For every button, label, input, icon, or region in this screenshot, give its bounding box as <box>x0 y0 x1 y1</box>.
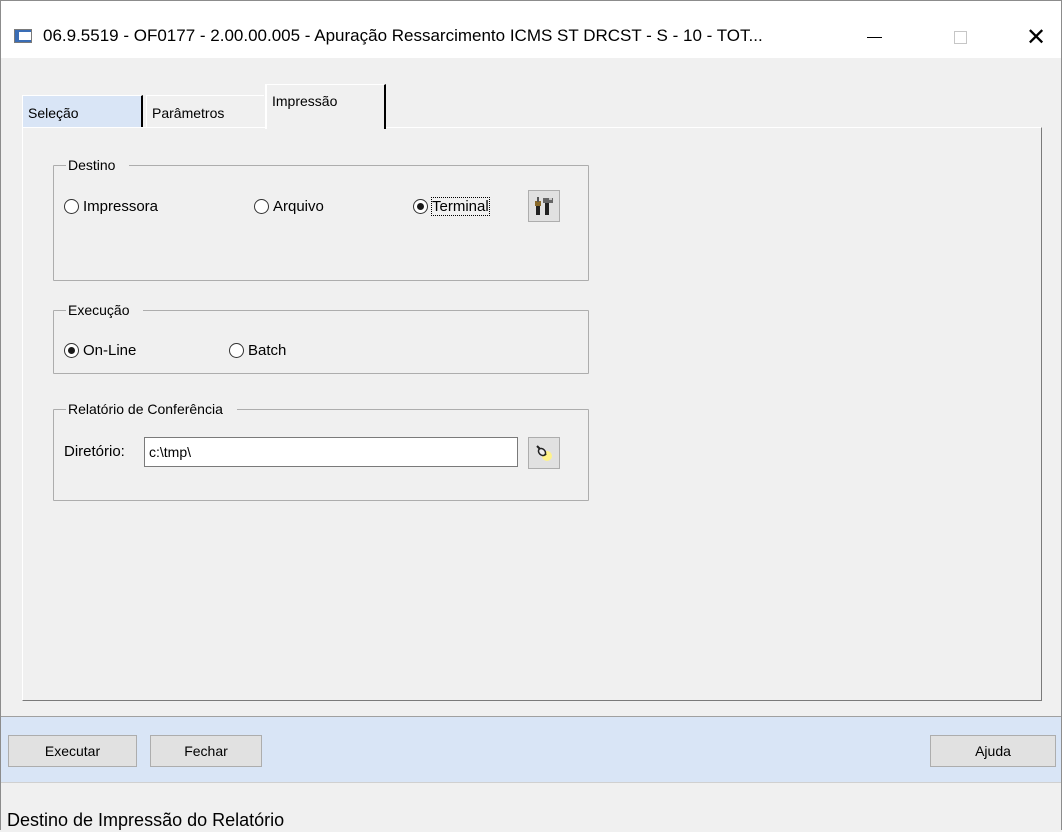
printer-config-button[interactable] <box>528 190 560 222</box>
title-bar: 06.9.5519 - OF0177 - 2.00.00.005 - Apura… <box>1 1 1061 58</box>
status-text: Destino de Impressão do Relatório <box>7 810 285 830</box>
radio-label: Terminal <box>431 197 490 216</box>
destino-legend: Destino <box>66 156 130 174</box>
relatorio-legend: Relatório de Conferência <box>66 400 237 418</box>
radio-circle-selected <box>64 343 79 358</box>
directory-label: Diretório: <box>64 443 125 460</box>
fechar-button[interactable]: Fechar <box>150 735 262 767</box>
close-button[interactable]: ✕ <box>1013 17 1059 57</box>
radio-circle <box>229 343 244 358</box>
application-window: 06.9.5519 - OF0177 - 2.00.00.005 - Apura… <box>0 0 1062 832</box>
button-label: Executar <box>44 743 101 759</box>
radio-terminal[interactable]: Terminal <box>413 197 490 216</box>
minimize-button[interactable] <box>851 17 897 57</box>
executar-button[interactable]: Executar <box>8 735 137 767</box>
tab-parametros[interactable]: Parâmetros <box>146 95 264 127</box>
tab-label: Seleção <box>28 105 79 121</box>
relatorio-group: Relatório de Conferência Diretório: <box>53 400 589 501</box>
maximize-icon <box>953 30 967 44</box>
button-label: Ajuda <box>975 743 1011 759</box>
radio-circle <box>254 199 269 214</box>
status-bar: Destino de Impressão do Relatório <box>1 782 1061 832</box>
execucao-group: Execução On-Line Batch <box>53 301 589 374</box>
button-label: Fechar <box>184 743 228 759</box>
radio-label: Impressora <box>83 198 159 215</box>
destino-group: Destino Impressora Arquivo Terminal <box>53 156 589 281</box>
close-icon: ✕ <box>1025 23 1047 51</box>
printer-config-icon <box>535 197 553 215</box>
radio-batch[interactable]: Batch <box>229 342 286 359</box>
radio-circle <box>64 199 79 214</box>
radio-label: Arquivo <box>273 198 324 215</box>
radio-impressora[interactable]: Impressora <box>64 198 158 215</box>
tab-label: Parâmetros <box>152 105 225 121</box>
radio-arquivo[interactable]: Arquivo <box>254 198 324 215</box>
radio-label: Batch <box>248 342 287 359</box>
radio-label: On-Line <box>83 342 137 359</box>
directory-input[interactable] <box>144 437 518 467</box>
tab-impressao[interactable]: Impressão <box>265 84 386 129</box>
tab-panel-impressao: Destino Impressora Arquivo Terminal Exec… <box>22 127 1042 701</box>
tab-selecao[interactable]: Seleção <box>22 95 143 127</box>
browse-directory-button[interactable] <box>528 437 560 469</box>
search-icon <box>536 445 552 461</box>
app-icon <box>14 29 32 43</box>
button-bar: Executar Fechar Ajuda <box>1 716 1061 783</box>
maximize-button[interactable] <box>937 17 983 57</box>
ajuda-button[interactable]: Ajuda <box>930 735 1056 767</box>
window-title: 06.9.5519 - OF0177 - 2.00.00.005 - Apura… <box>43 26 763 45</box>
minimize-icon <box>866 36 882 38</box>
tab-label: Impressão <box>272 93 338 109</box>
execucao-legend: Execução <box>66 301 144 319</box>
radio-circle-selected <box>413 199 428 214</box>
radio-online[interactable]: On-Line <box>64 342 136 359</box>
